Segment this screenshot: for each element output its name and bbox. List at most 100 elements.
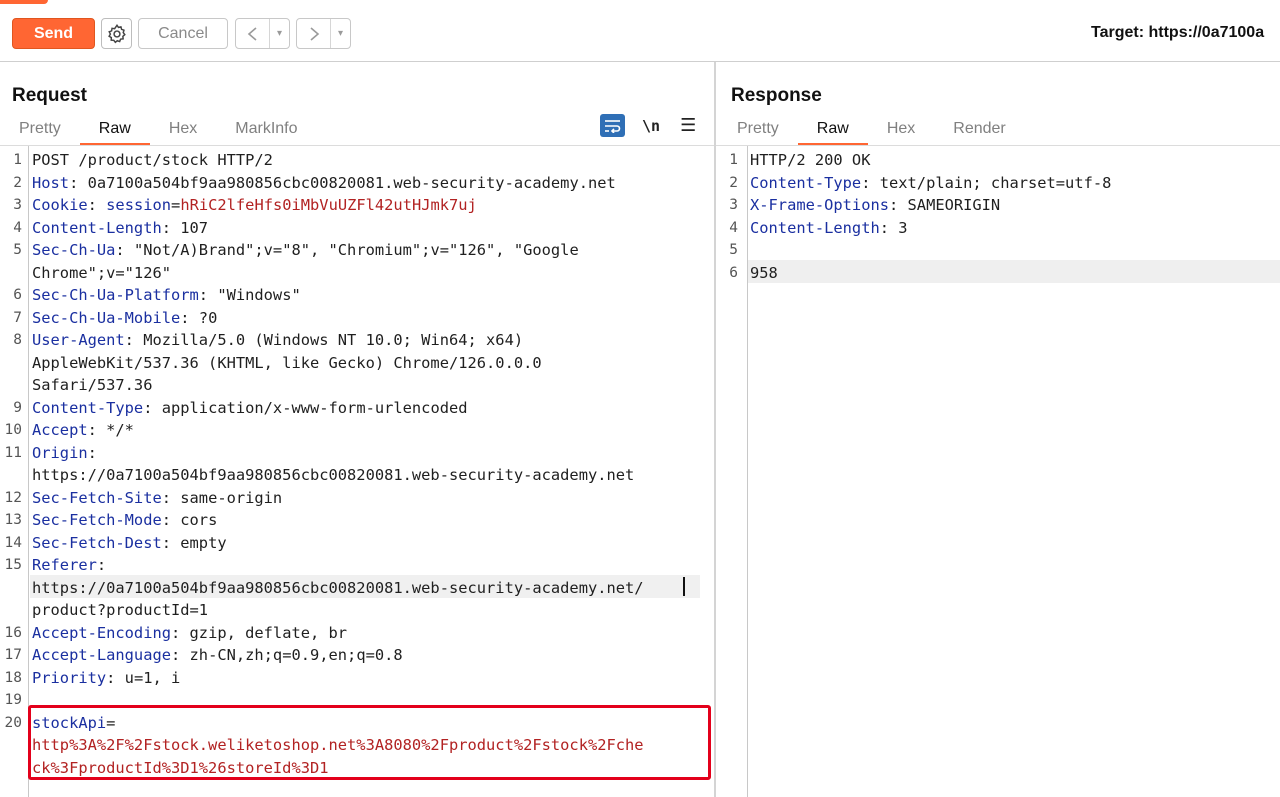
repeater-toolbar: Send Cancel ▾ ▾ Target: https://0a7100a	[0, 5, 1280, 62]
code-text: https://0a7100a504bf9aa980856cbc00820081…	[32, 466, 635, 484]
request-editor[interactable]: 1 POST /product/stock HTTP/2 2 Host: 0a7100…	[0, 146, 714, 797]
line-number: 7	[13, 309, 22, 326]
line-number: 6	[13, 287, 22, 303]
request-tab-hex[interactable]: Hex	[150, 118, 216, 145]
response-title: Response	[731, 85, 822, 106]
word-wrap-button[interactable]	[600, 114, 625, 137]
code-text: : ?0	[180, 308, 218, 327]
code-text: : 3	[879, 218, 908, 237]
line-text: Sec-Fetch-Dest: empty	[32, 532, 227, 554]
line-number: 3	[729, 197, 738, 213]
editor-line: 17 Accept-Language: zh-CN,zh;q=0.9,en;q=0…	[0, 644, 714, 666]
editor-line: 1 HTTP/2 200 OK	[719, 149, 1280, 171]
show-newlines-button[interactable]: \n	[642, 117, 660, 135]
request-tab-markinfo[interactable]: MarkInfo	[216, 118, 316, 145]
line-text: Accept-Encoding: gzip, deflate, br	[32, 622, 347, 644]
editor-line: 10 Accept: */*	[0, 419, 714, 441]
response-tab-render[interactable]: Render	[934, 118, 1024, 145]
forward-dropdown-icon[interactable]: ▾	[331, 19, 350, 48]
response-tab-pretty[interactable]: Pretty	[737, 118, 798, 145]
header-name: Referer	[32, 556, 97, 574]
editor-line: 6 958	[719, 262, 1280, 284]
line-text: HTTP/2 200 OK	[750, 149, 870, 171]
code-text: Safari/537.36	[32, 376, 153, 394]
code-text: : Mozilla/5.0 (Windows NT 10.0; Win64; x…	[124, 331, 524, 349]
editor-line: 2 Host: 0a7100a504bf9aa980856cbc00820081.…	[0, 172, 714, 194]
header-name: Sec-Ch-Ua	[32, 241, 116, 259]
code-text: : cors	[161, 511, 218, 529]
back-button[interactable]	[236, 19, 270, 48]
line-text: Priority: u=1, i	[32, 667, 180, 689]
request-tabs: Pretty Raw Hex MarkInfo	[19, 118, 317, 145]
editor-line: 1 POST /product/stock HTTP/2	[0, 149, 714, 171]
line-number: 10	[4, 422, 22, 438]
editor-line: 4 Content-Length: 107	[0, 217, 714, 239]
editor-line: 7 Sec-Ch-Ua-Mobile: ?0	[0, 307, 714, 329]
line-text: X-Frame-Options: SAMEORIGIN	[750, 194, 1000, 216]
editor-line: 16 Accept-Encoding: gzip, deflate, br	[0, 622, 714, 644]
header-name: X-Frame-Options	[750, 196, 889, 214]
settings-button[interactable]	[101, 18, 132, 49]
line-text: product?productId=1	[32, 599, 208, 621]
editor-line: 13 Sec-Fetch-Mode: cors	[0, 509, 714, 531]
line-number: 19	[4, 692, 22, 708]
line-text: Accept: */*	[32, 419, 134, 441]
editor-line: 5 Sec-Ch-Ua: "Not/A)Brand";v="8", "Chromi…	[0, 239, 714, 261]
cookie-val: hRiC2lfeHfs0iMbVuUZFl42utHJmk7uj	[180, 196, 477, 214]
editor-menu-icon[interactable]: ☰	[680, 115, 696, 136]
line-text: User-Agent: Mozilla/5.0 (Windows NT 10.0…	[32, 329, 523, 351]
history-forward-group[interactable]: ▾	[296, 18, 351, 49]
header-name: Sec-Fetch-Dest	[32, 533, 162, 552]
line-text: 958	[750, 262, 778, 284]
code-text: 958	[750, 263, 778, 282]
code-text: =	[171, 196, 181, 214]
line-number: 8	[13, 332, 22, 348]
response-tab-hex[interactable]: Hex	[868, 118, 934, 145]
back-dropdown-icon[interactable]: ▾	[270, 19, 289, 48]
code-text: : SAMEORIGIN	[889, 196, 1001, 214]
editor-line: 9 Content-Type: application/x-www-form-ur…	[0, 397, 714, 419]
response-tab-raw[interactable]: Raw	[797, 118, 868, 145]
line-text: Sec-Ch-Ua-Platform: "Windows"	[32, 284, 301, 306]
header-name: Sec-Fetch-Site	[32, 488, 162, 507]
editor-line: 3 X-Frame-Options: SAMEORIGIN	[719, 194, 1280, 216]
history-back-group[interactable]: ▾	[235, 18, 290, 49]
editor-line: product?productId=1	[0, 599, 714, 621]
editor-line: 3 Cookie: session=hRiC2lfeHfs0iMbVuUZFl42…	[0, 194, 714, 216]
send-button[interactable]: Send	[12, 18, 95, 49]
request-tab-pretty[interactable]: Pretty	[19, 118, 80, 145]
code-text: Chrome";v="126"	[32, 263, 171, 282]
line-text: AppleWebKit/537.36 (KHTML, like Gecko) C…	[32, 352, 542, 374]
request-tab-raw[interactable]: Raw	[79, 118, 150, 145]
response-editor[interactable]: 1 HTTP/2 200 OK 2 Content-Type: text/plain;…	[719, 146, 1280, 797]
line-number: 5	[13, 242, 22, 258]
editor-line: 8 User-Agent: Mozilla/5.0 (Windows NT 10.…	[0, 329, 714, 351]
code-text: : empty	[161, 533, 227, 552]
code-text: : zh-CN,zh;q=0.9,en;q=0.8	[171, 646, 403, 664]
line-text: Accept-Language: zh-CN,zh;q=0.9,en;q=0.8	[32, 644, 403, 666]
line-text: Sec-Fetch-Site: same-origin	[32, 487, 282, 509]
line-text: Chrome";v="126"	[32, 262, 171, 284]
editor-line: 2 Content-Type: text/plain; charset=utf-8	[719, 172, 1280, 194]
line-number: 4	[13, 219, 22, 236]
editor-line: 15 Referer:	[0, 554, 714, 576]
line-number: 16	[4, 624, 22, 641]
cancel-button[interactable]: Cancel	[138, 18, 228, 49]
line-text: Referer:	[32, 554, 106, 576]
line-number: 1	[13, 152, 22, 168]
code-text: product?productId=1	[32, 601, 209, 619]
header-name: Accept	[32, 421, 88, 439]
line-number: 17	[4, 647, 22, 663]
editor-line: 4 Content-Length: 3	[719, 217, 1280, 239]
target-label[interactable]: Target: https://0a7100a	[1091, 24, 1264, 42]
line-text: https://0a7100a504bf9aa980856cbc00820081…	[32, 464, 634, 486]
code-text: AppleWebKit/537.36 (KHTML, like Gecko) C…	[32, 353, 542, 372]
line-text: Sec-Ch-Ua: "Not/A)Brand";v="8", "Chromiu…	[32, 239, 579, 261]
forward-button[interactable]	[297, 19, 331, 48]
text-caret	[683, 577, 685, 596]
top-accent-strip	[0, 0, 48, 4]
code-text: : 107	[161, 218, 209, 237]
code-text: : application/x-www-form-urlencoded	[143, 398, 468, 417]
line-text: Host: 0a7100a504bf9aa980856cbc00820081.w…	[32, 172, 616, 194]
line-text: Content-Type: text/plain; charset=utf-8	[750, 172, 1111, 194]
